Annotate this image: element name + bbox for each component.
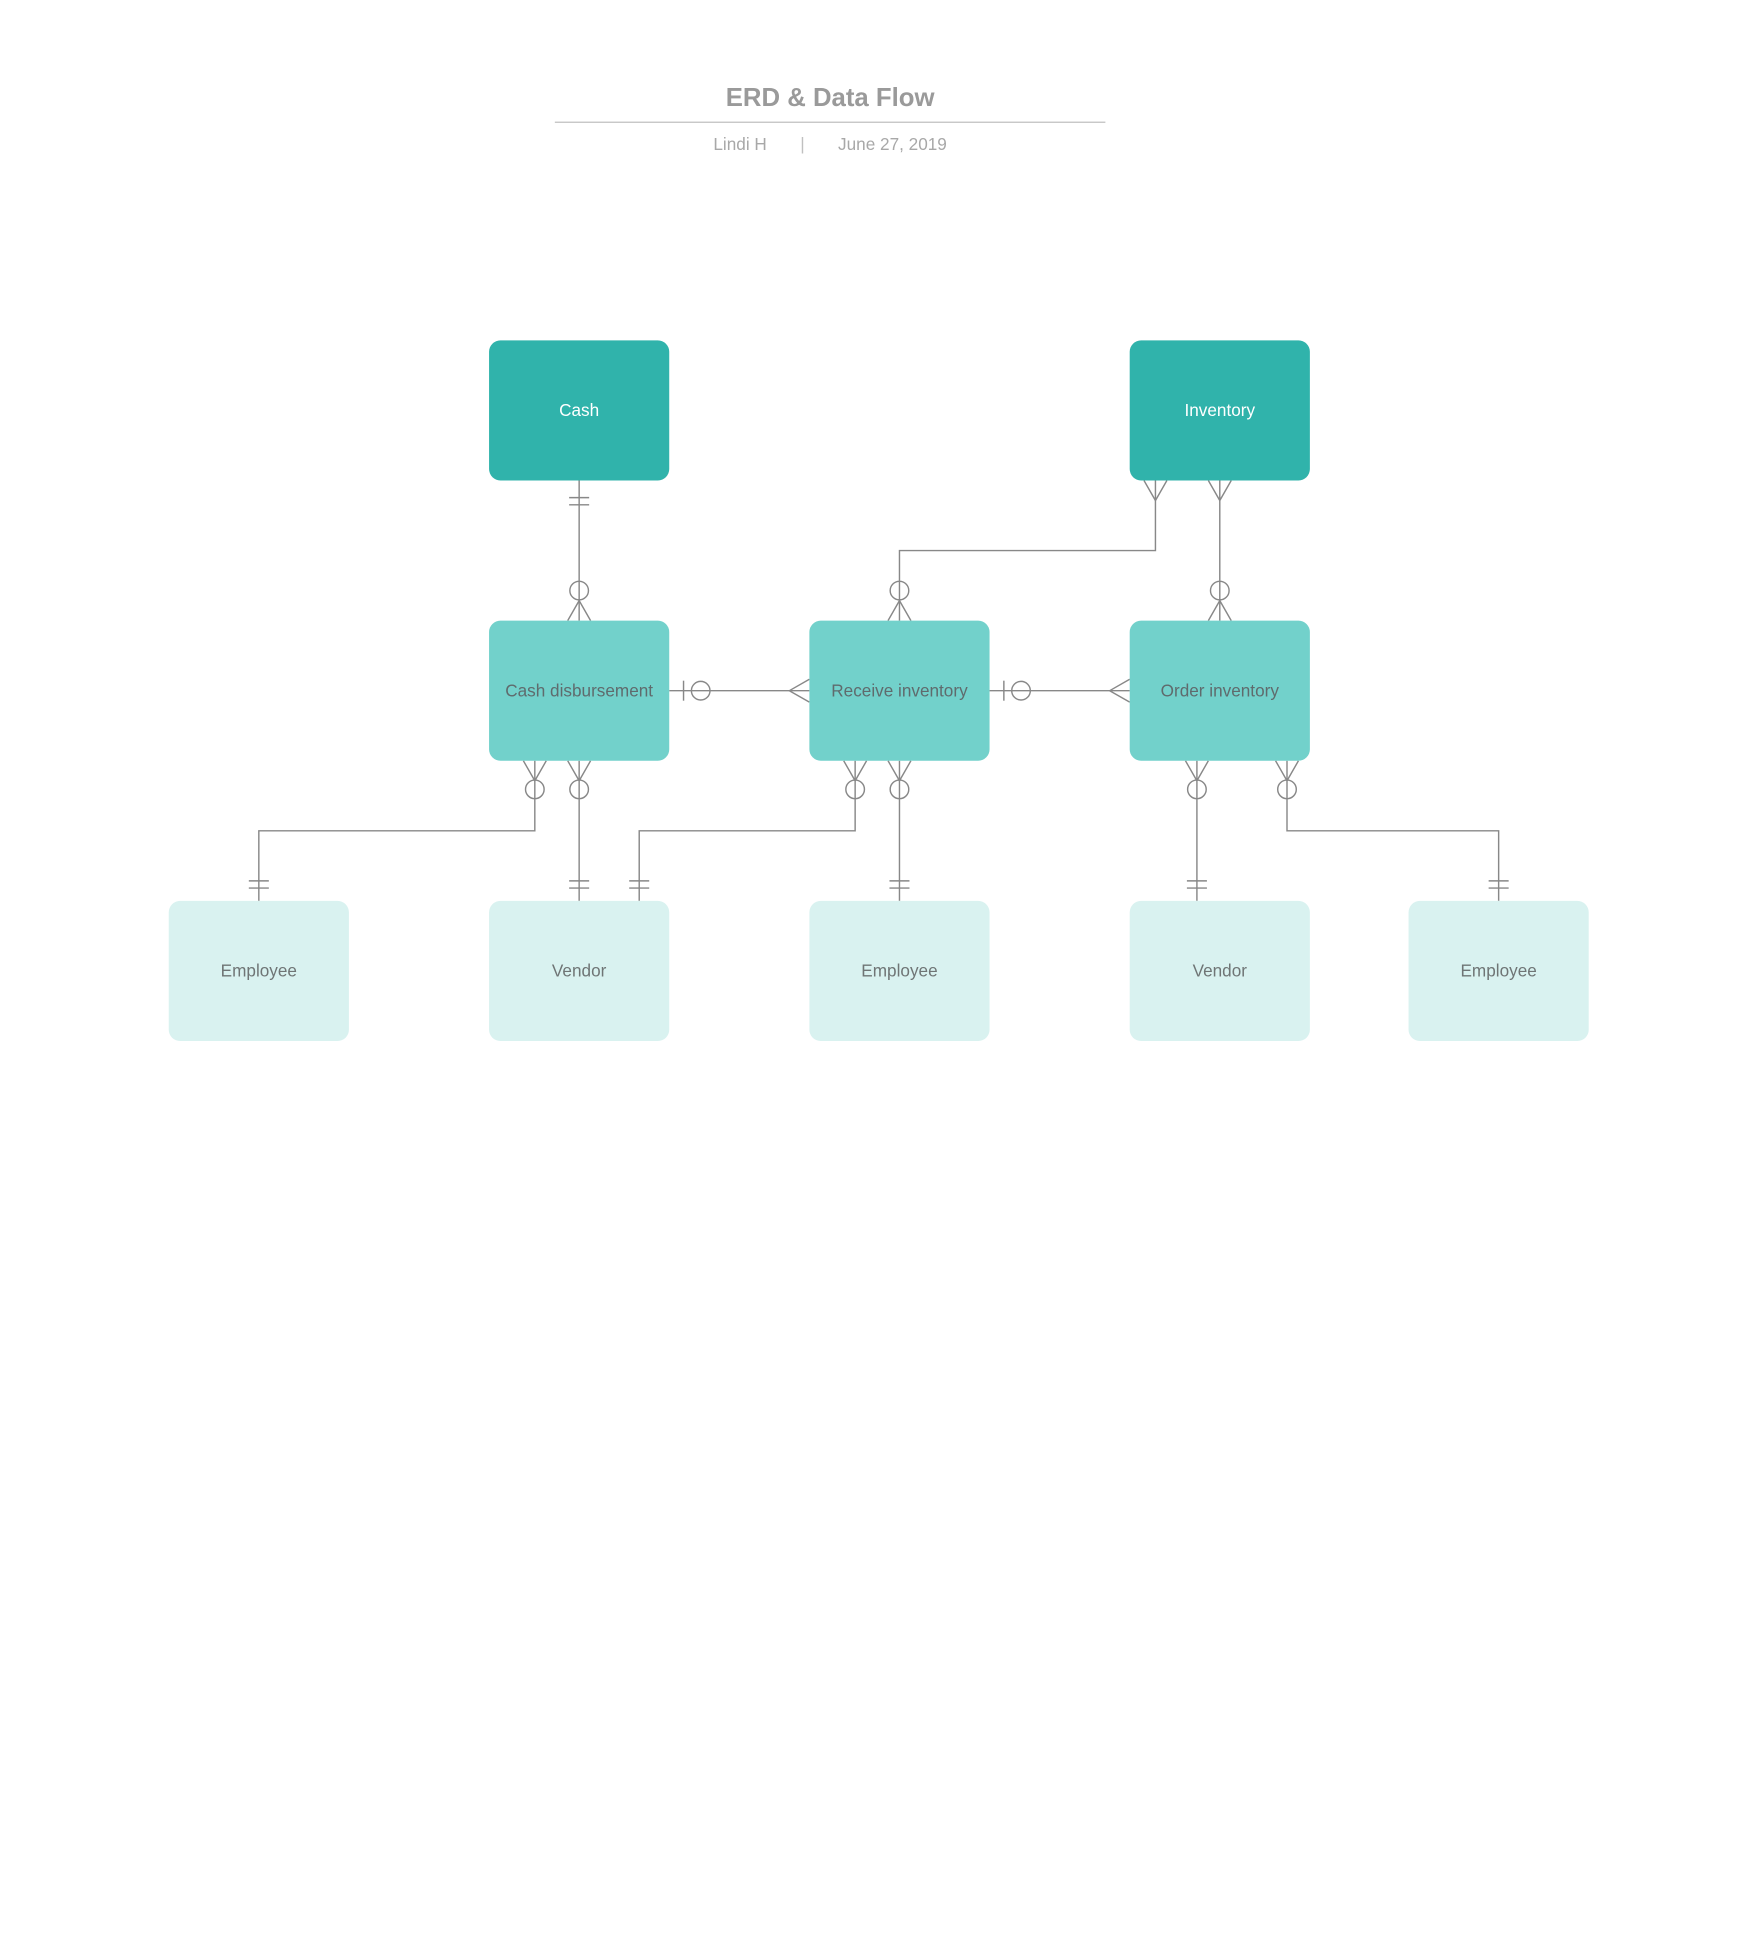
node-cash-disbursement[interactable]: Cash disbursement — [489, 621, 669, 761]
diagram-subtitle: Lindi H | June 27, 2019 — [555, 134, 1106, 154]
node-label: Vendor — [1193, 961, 1247, 981]
diagram-container: ERD & Data Flow Lindi H | June 27, 2019 — [0, 0, 1760, 1945]
author-label: Lindi H — [713, 134, 766, 154]
date-label: June 27, 2019 — [838, 134, 947, 154]
node-order-inventory[interactable]: Order inventory — [1130, 621, 1310, 761]
node-employee-2[interactable]: Employee — [809, 901, 989, 1041]
node-receive-inventory[interactable]: Receive inventory — [809, 621, 989, 761]
node-employee-1[interactable]: Employee — [169, 901, 349, 1041]
node-vendor-1[interactable]: Vendor — [489, 901, 669, 1041]
node-label: Cash disbursement — [505, 681, 653, 701]
node-label: Vendor — [552, 961, 606, 981]
node-label: Order inventory — [1161, 681, 1279, 701]
node-employee-3[interactable]: Employee — [1409, 901, 1589, 1041]
diagram-header: ERD & Data Flow Lindi H | June 27, 2019 — [555, 83, 1106, 154]
node-label: Employee — [861, 961, 937, 981]
node-label: Employee — [221, 961, 297, 981]
node-inventory[interactable]: Inventory — [1130, 340, 1310, 480]
node-label: Receive inventory — [831, 681, 967, 701]
diagram-title: ERD & Data Flow — [555, 83, 1106, 123]
node-label: Employee — [1460, 961, 1536, 981]
node-cash[interactable]: Cash — [489, 340, 669, 480]
separator: | — [800, 134, 804, 154]
node-vendor-2[interactable]: Vendor — [1130, 901, 1310, 1041]
node-label: Cash — [559, 400, 599, 420]
node-label: Inventory — [1184, 400, 1255, 420]
